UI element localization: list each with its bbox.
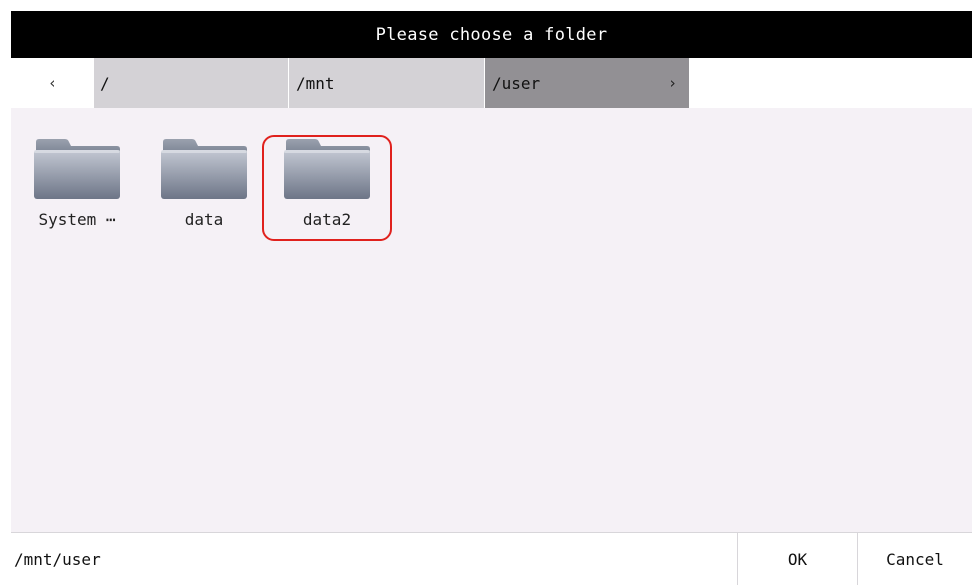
chevron-left-icon: ‹: [47, 74, 58, 92]
breadcrumb-label: /: [100, 73, 110, 93]
folder-item-data[interactable]: data: [149, 138, 259, 248]
current-path-field[interactable]: /mnt/user: [11, 533, 737, 585]
dialog-footer: /mnt/user OK Cancel: [11, 532, 972, 585]
breadcrumb-item-mnt[interactable]: /mnt: [288, 58, 484, 108]
folder-item-system[interactable]: System ⋯: [22, 138, 132, 248]
folder-item-data2[interactable]: data2: [272, 138, 382, 248]
breadcrumb-label: /mnt: [296, 73, 335, 93]
folder-icon: [34, 139, 120, 199]
folder-icon: [161, 139, 247, 199]
breadcrumb-item-root[interactable]: /: [94, 58, 288, 108]
folder-icon: [284, 139, 370, 199]
breadcrumb-label: /user: [492, 73, 541, 93]
folder-label: data: [184, 210, 224, 229]
dialog-title: Please choose a folder: [11, 11, 972, 58]
back-button[interactable]: ‹: [11, 58, 94, 108]
ok-button[interactable]: OK: [737, 533, 857, 585]
folder-label: data2: [302, 210, 352, 229]
breadcrumb: ‹ / /mnt /user ›: [11, 58, 972, 108]
chevron-right-icon[interactable]: ›: [668, 58, 677, 108]
folder-label: System ⋯: [38, 210, 116, 229]
breadcrumb-item-user[interactable]: /user ›: [484, 58, 689, 108]
cancel-button[interactable]: Cancel: [857, 533, 972, 585]
folder-grid: System ⋯ data data2: [11, 108, 972, 532]
folder-chooser-dialog: Please choose a folder ‹ / /mnt /user ›: [11, 11, 972, 585]
